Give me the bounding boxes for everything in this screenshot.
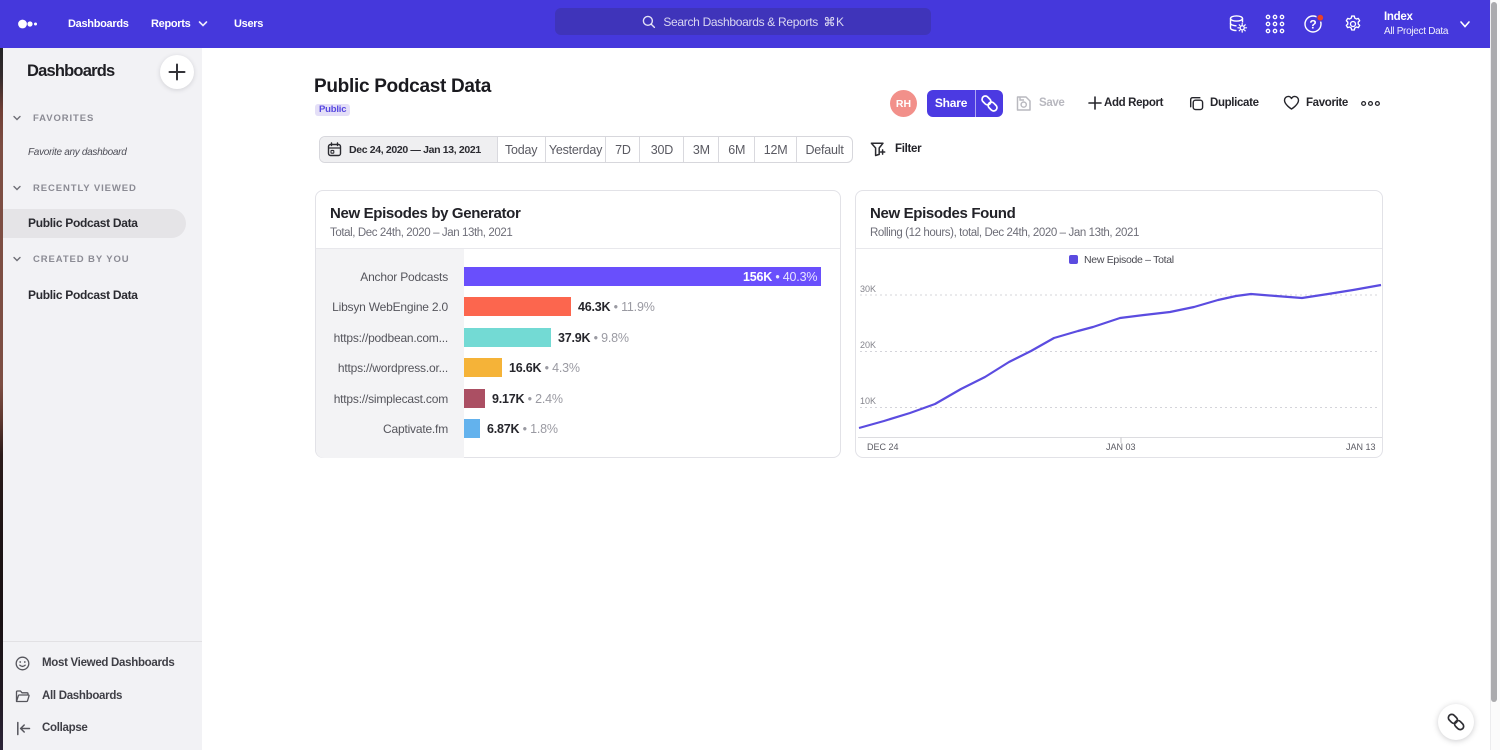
svg-text:?: ?	[1309, 17, 1316, 31]
